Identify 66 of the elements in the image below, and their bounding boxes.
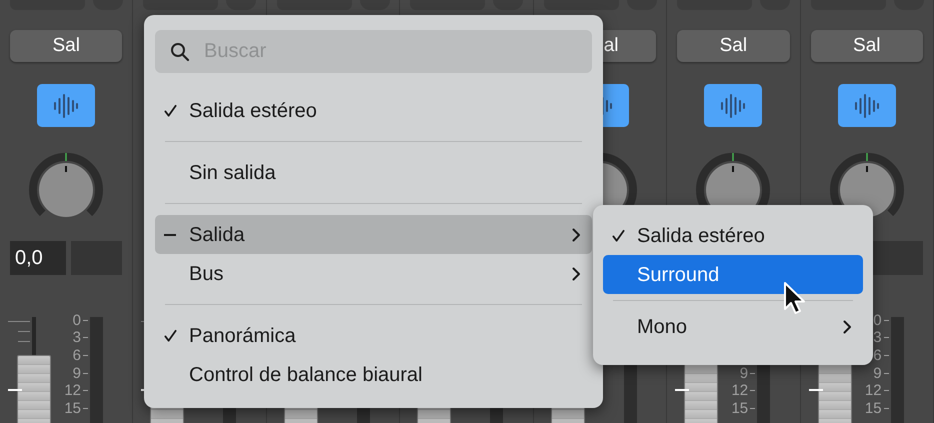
chevron-right-icon <box>572 266 581 280</box>
scale-label: 0 <box>873 312 882 328</box>
tick-mark <box>750 408 756 409</box>
search-icon <box>170 42 190 62</box>
scale-label: 9 <box>740 366 748 381</box>
menu-item[interactable]: Salida estéreo <box>155 91 592 130</box>
tick-mark <box>83 320 88 321</box>
checkmark-icon <box>164 328 177 342</box>
scale-label: 0 <box>72 312 81 328</box>
menu-item[interactable]: Mono <box>603 307 863 346</box>
menu-item[interactable]: Surround <box>603 255 863 294</box>
tick-mark <box>884 354 889 356</box>
dash-icon <box>164 232 176 236</box>
tick-mark <box>18 341 30 342</box>
scale-label: 15 <box>864 400 882 416</box>
checkmark-icon <box>164 104 177 118</box>
scale-label: 3 <box>72 330 81 346</box>
waveform-icon <box>720 92 746 118</box>
output-button[interactable]: Sal <box>677 30 790 62</box>
scale-label: 12 <box>864 383 882 398</box>
tick-mark <box>884 390 889 392</box>
scale-label: 15 <box>731 400 748 416</box>
menu-item[interactable]: Salida <box>155 215 592 254</box>
checkmark-icon <box>612 228 625 242</box>
chevron-right-icon <box>572 228 581 242</box>
waveform-button[interactable] <box>37 84 96 127</box>
waveform-button[interactable] <box>704 84 762 127</box>
output-button[interactable]: Sal <box>810 30 923 62</box>
scale-label: 9 <box>873 366 882 381</box>
scale-label: 9 <box>72 366 81 381</box>
tick-mark <box>18 331 30 332</box>
menu-item[interactable]: Salida estéreo <box>603 216 863 255</box>
tick-mark <box>83 337 88 338</box>
scale-label: 15 <box>64 400 81 416</box>
scale-label: 6 <box>72 348 81 363</box>
scale-label: 3 <box>873 330 882 346</box>
tick-mark <box>884 320 889 321</box>
fader-track <box>32 317 36 355</box>
tick-mark <box>750 390 756 392</box>
scale-label: 12 <box>731 383 748 398</box>
unity-mark <box>8 389 22 391</box>
tick-mark <box>83 354 88 356</box>
output-button[interactable]: Sal <box>10 30 122 62</box>
tick-mark <box>884 372 889 374</box>
tick-mark <box>83 372 88 374</box>
tick-mark <box>884 337 889 338</box>
tick-mark <box>884 408 889 409</box>
menu-item[interactable]: Bus <box>155 254 592 293</box>
menu-item[interactable]: Panorámica <box>155 316 592 355</box>
chevron-right-icon <box>843 320 852 334</box>
tick-mark <box>83 390 88 392</box>
waveform-icon <box>854 92 880 118</box>
fader-handle[interactable] <box>17 355 51 423</box>
waveform-button[interactable] <box>838 84 896 127</box>
menu-item[interactable]: Control de balance biaural <box>155 355 592 394</box>
waveform-icon <box>53 92 80 118</box>
menu-item[interactable]: Sin salida <box>155 153 592 192</box>
scale-label: 12 <box>64 383 81 398</box>
tick-mark <box>83 408 88 409</box>
tick-mark <box>8 321 30 322</box>
scale-label: 6 <box>873 348 882 363</box>
value-field[interactable] <box>872 241 923 275</box>
tick-mark <box>750 372 756 374</box>
unity-mark <box>675 389 690 391</box>
pan-value-field[interactable]: 0,0 <box>10 241 66 275</box>
unity-mark <box>808 389 823 391</box>
